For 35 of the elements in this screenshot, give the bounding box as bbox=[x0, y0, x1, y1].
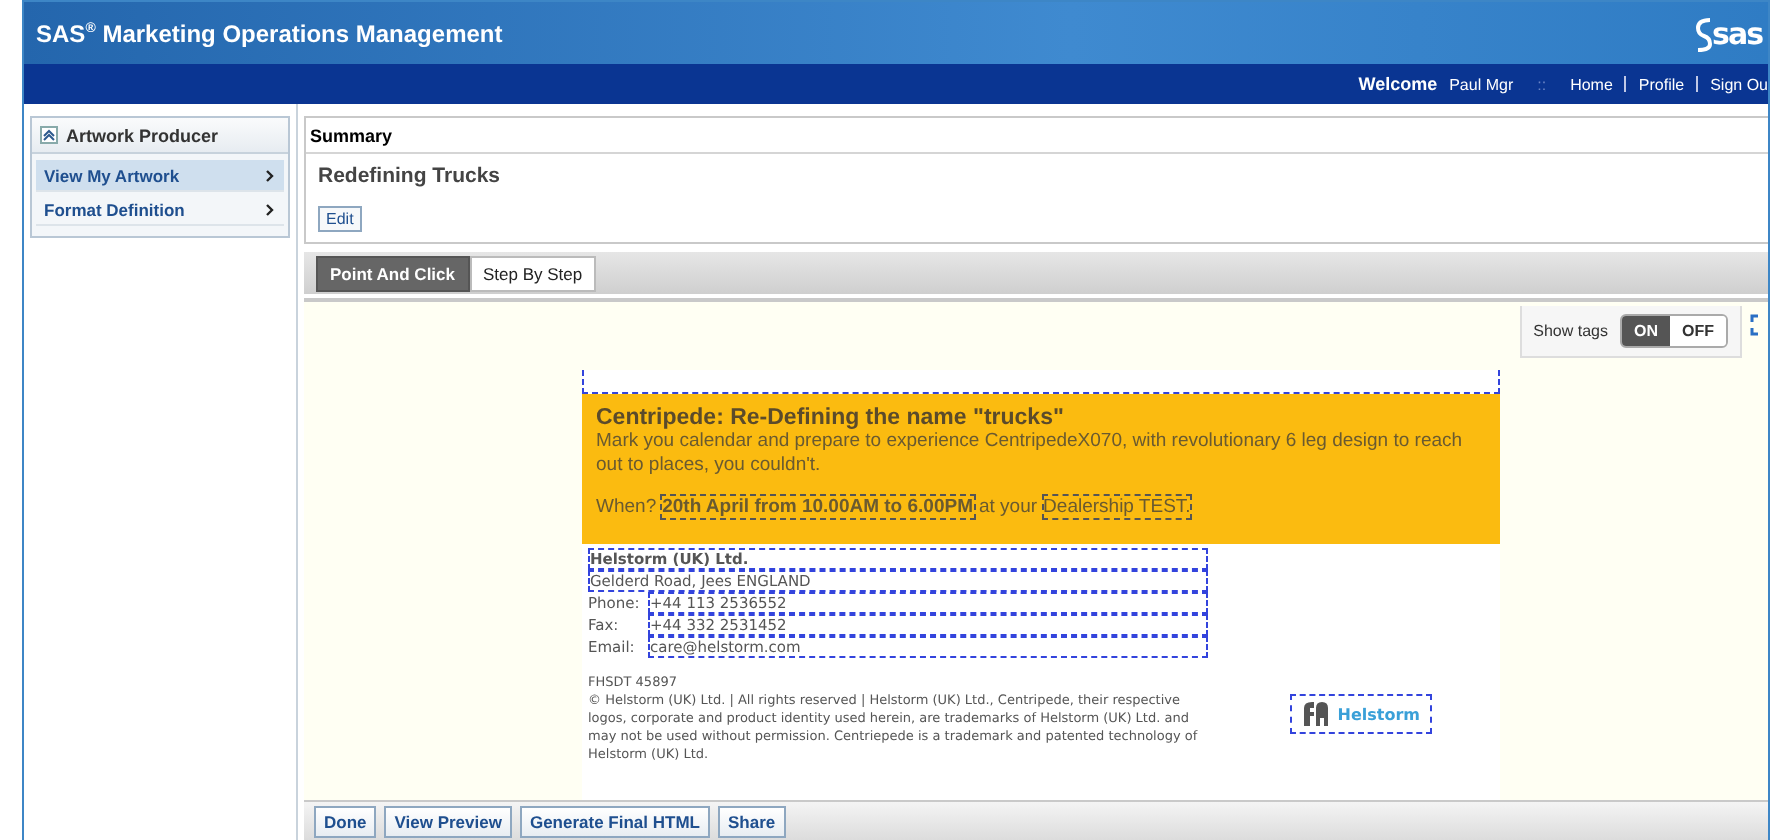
logo-mark-icon bbox=[1301, 702, 1330, 726]
action-button[interactable]: Done bbox=[314, 805, 377, 837]
tag-toggle[interactable]: ON OFF bbox=[1620, 314, 1728, 348]
sidebar-item-label: Format Definition bbox=[44, 199, 185, 219]
edit-button[interactable]: Edit bbox=[318, 206, 362, 232]
action-button[interactable]: Generate Final HTML bbox=[519, 805, 710, 837]
email-body: Mark you calendar and prepare to experience CentripedeX070, with revolutionary 6 leg design to reach out to places, you couldn't. bbox=[596, 430, 1465, 478]
when-label: When? bbox=[596, 496, 657, 518]
at-label: at your bbox=[979, 496, 1038, 518]
nav-link[interactable]: Home bbox=[1570, 75, 1613, 93]
chevron-icon bbox=[266, 203, 274, 215]
show-tags-label: Show tags bbox=[1533, 322, 1608, 340]
mode-tab[interactable]: Step By Step bbox=[469, 255, 597, 291]
collapse-icon[interactable] bbox=[40, 126, 58, 144]
event-date: 20th April from 10.00AM to 6.00PM bbox=[660, 494, 975, 520]
sidebar-item[interactable]: View My Artwork bbox=[36, 160, 284, 192]
sidebar-item-label: View My Artwork bbox=[44, 165, 180, 185]
sidebar-item[interactable]: Format Definition bbox=[36, 194, 284, 226]
nav-link[interactable]: Profile bbox=[1638, 75, 1685, 93]
chevron-icon bbox=[266, 169, 274, 181]
mode-tab[interactable]: Point And Click bbox=[316, 255, 469, 291]
separator: :: bbox=[1537, 75, 1547, 93]
app-title: SAS$^{®}$ Marketing Operations Management bbox=[36, 19, 503, 47]
nav-link[interactable]: Sign Ou bbox=[1710, 75, 1768, 93]
logo-text: sas bbox=[1712, 15, 1762, 51]
swirl-icon bbox=[1696, 15, 1713, 51]
logo-text: Helstorm bbox=[1337, 705, 1420, 723]
panel-title: Artwork Producer bbox=[66, 125, 219, 145]
user-name: Paul Mgr bbox=[1449, 75, 1514, 93]
project-title: Redefining Trucks bbox=[318, 164, 503, 188]
action-button[interactable]: View Preview bbox=[384, 805, 512, 837]
welcome-label: Welcome bbox=[1358, 74, 1438, 94]
action-button[interactable]: Share bbox=[717, 805, 786, 837]
event-location: Dealership TEST. bbox=[1041, 494, 1193, 520]
email-headline: Centripede: Re-Defining the name "trucks" bbox=[596, 406, 1066, 430]
